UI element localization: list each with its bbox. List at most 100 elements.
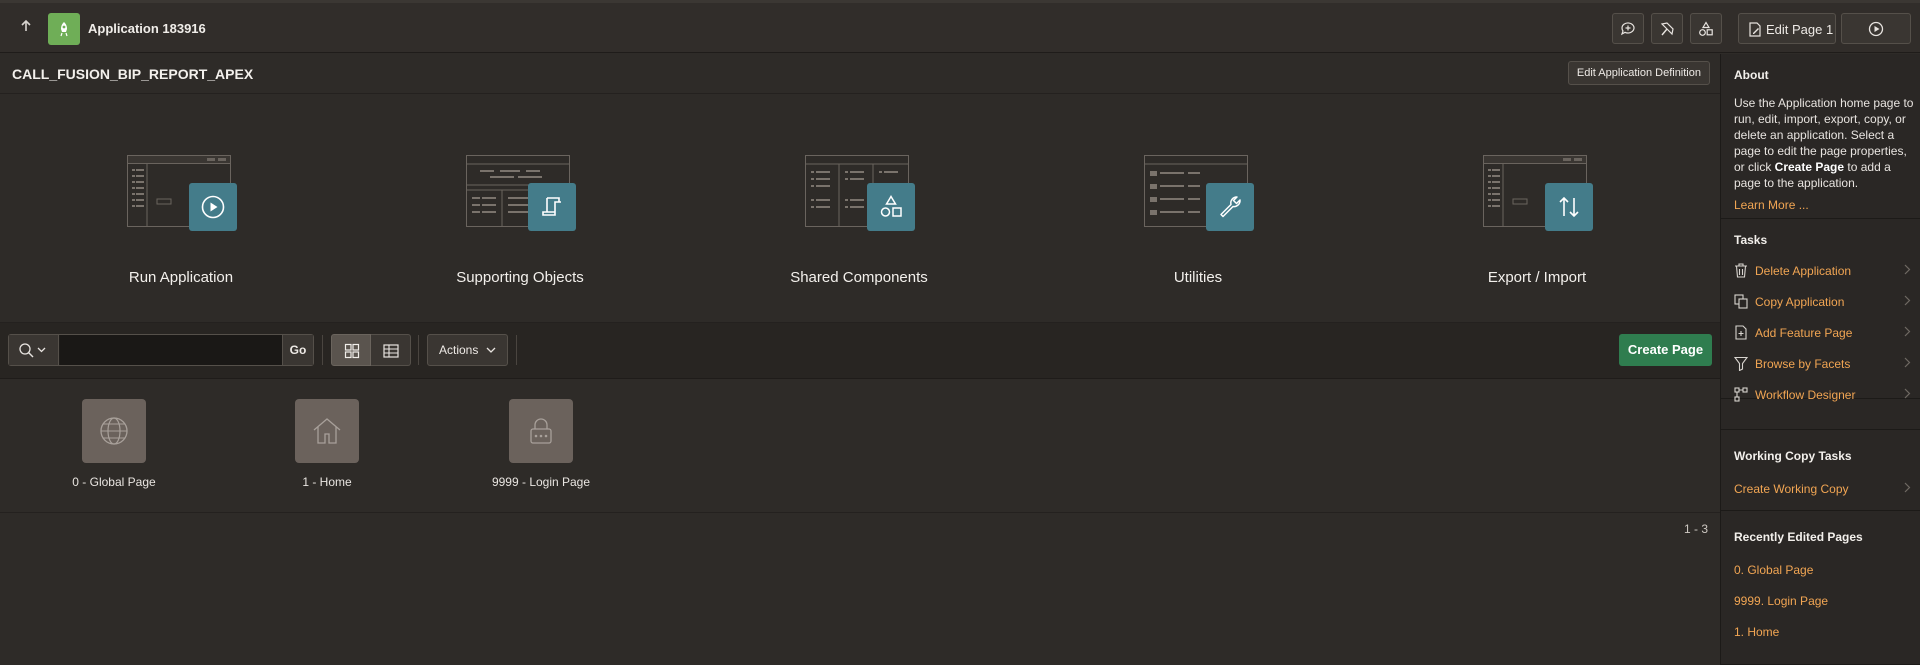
task-label: Workflow Designer: [1755, 388, 1856, 402]
utilities-illustration: [1144, 155, 1254, 235]
supporting-objects-illustration: [466, 155, 576, 235]
task-browse-by-facets[interactable]: Browse by Facets: [1721, 348, 1920, 379]
report-view-button[interactable]: [371, 334, 411, 366]
task-copy-application[interactable]: Copy Application: [1721, 286, 1920, 317]
actions-menu-button[interactable]: Actions: [427, 334, 508, 366]
page-tile: [82, 399, 146, 463]
create-working-copy-link[interactable]: Create Working Copy: [1721, 473, 1920, 504]
run-application-card[interactable]: Run Application: [61, 95, 301, 323]
chevron-right-icon: [1904, 388, 1911, 399]
learn-more-link[interactable]: Learn More ...: [1734, 198, 1809, 212]
edit-application-definition-button[interactable]: Edit Application Definition: [1567, 61, 1710, 85]
shapes-icon: [880, 195, 902, 217]
chevron-right-icon: [1904, 326, 1911, 337]
shared-components-button[interactable]: [1690, 13, 1722, 44]
table-icon: [383, 344, 399, 358]
copy-icon: [1734, 294, 1748, 309]
play-circle-icon: [201, 195, 225, 219]
recent-page-link[interactable]: 9999. Login Page: [1721, 585, 1920, 616]
application-name: CALL_FUSION_BIP_REPORT_APEX: [12, 66, 254, 82]
recently-edited-title: Recently Edited Pages: [1734, 530, 1863, 544]
run-application-tile: [189, 183, 237, 231]
chevron-right-icon: [1904, 295, 1911, 306]
lock-icon: [530, 418, 552, 444]
page-card-login[interactable]: 9999 - Login Page: [446, 380, 636, 513]
icon-view-button[interactable]: [331, 334, 371, 366]
chevron-down-icon: [486, 347, 496, 353]
pages-toolbar: Go Actions Create Page: [0, 323, 1720, 379]
edit-page-button[interactable]: Edit Page 1: [1738, 13, 1836, 44]
task-label: Copy Application: [1755, 295, 1845, 309]
play-circle-icon: [1868, 21, 1884, 36]
comment-add-button[interactable]: [1612, 13, 1644, 44]
export-import-tile: [1545, 183, 1593, 231]
page-card-home[interactable]: 1 - Home: [232, 380, 422, 513]
utilities-card[interactable]: Utilities: [1078, 95, 1318, 323]
search-input[interactable]: [60, 335, 282, 365]
recent-page-link[interactable]: 1. Home: [1721, 616, 1920, 647]
page-card-global[interactable]: 0 - Global Page: [19, 380, 209, 513]
recent-page-label: 1. Home: [1734, 625, 1780, 639]
toolbar-divider: [516, 335, 517, 365]
tasks-title: Tasks: [1734, 233, 1768, 247]
filter-icon: [1734, 356, 1748, 371]
tasks-region: Tasks Delete Application Copy Applicatio…: [1721, 219, 1920, 402]
pagination-range: 1 - 3: [1683, 522, 1708, 536]
shared-components-label: Shared Components: [790, 269, 928, 286]
run-application-illustration: [127, 155, 237, 235]
comment-add-icon: [1620, 21, 1635, 35]
run-application-label: Run Application: [128, 269, 234, 286]
chevron-right-icon: [1904, 264, 1911, 275]
task-label: Add Feature Page: [1755, 326, 1853, 340]
flashlight-icon: [1660, 21, 1674, 35]
recent-page-link[interactable]: 0. Global Page: [1721, 554, 1920, 585]
pages-grid: 0 - Global Page 1 - Home 9999 - Login Pa…: [0, 380, 1720, 513]
about-text-bold: Create Page: [1774, 160, 1845, 174]
quick-sql-button[interactable]: [1651, 13, 1683, 44]
globe-icon: [100, 417, 128, 445]
shared-components-card[interactable]: Shared Components: [739, 95, 979, 323]
trash-icon: [1735, 263, 1747, 278]
go-button[interactable]: Go: [282, 335, 313, 365]
up-arrow-icon[interactable]: [16, 19, 36, 39]
task-delete-application[interactable]: Delete Application: [1721, 255, 1920, 286]
toolbar-divider: [322, 335, 323, 365]
export-import-label: Export / Import: [1487, 269, 1587, 286]
app-title[interactable]: Application 183916: [88, 21, 206, 36]
working-copy-title: Working Copy Tasks: [1734, 449, 1852, 463]
arrows-up-down-icon: [1559, 196, 1579, 218]
shapes-icon: [1699, 20, 1713, 36]
page-tile: [295, 399, 359, 463]
about-text: Use the Application home page to run, ed…: [1734, 95, 1914, 191]
shared-components-illustration: [805, 155, 915, 235]
page-tile: [509, 399, 573, 463]
chevron-down-icon: [37, 347, 46, 353]
search-column-menu[interactable]: [9, 335, 59, 365]
create-page-button[interactable]: Create Page: [1619, 334, 1712, 366]
export-import-illustration: [1483, 155, 1593, 235]
chevron-right-icon: [1904, 357, 1911, 368]
application-actions: Run Application Supporting Objects Share…: [0, 95, 1720, 323]
about-title: About: [1734, 68, 1769, 82]
about-region: About Use the Application home page to r…: [1721, 54, 1920, 219]
wrench-icon: [1220, 196, 1241, 218]
export-import-card[interactable]: Export / Import: [1417, 95, 1657, 323]
task-workflow-designer[interactable]: Workflow Designer: [1721, 379, 1920, 410]
workflow-icon: [1734, 387, 1748, 402]
actions-label: Actions: [439, 343, 479, 357]
working-copy-region: Working Copy Tasks Create Working Copy: [1721, 429, 1920, 511]
rocket-icon: [60, 22, 68, 37]
supporting-objects-tile: [528, 183, 576, 231]
chevron-right-icon: [1904, 482, 1911, 493]
task-label: Delete Application: [1755, 264, 1852, 278]
page-label: 0 - Global Page: [72, 475, 156, 489]
task-add-feature-page[interactable]: Add Feature Page: [1721, 317, 1920, 348]
supporting-objects-card[interactable]: Supporting Objects: [400, 95, 640, 323]
search-bar: Go: [8, 334, 314, 366]
utilities-tile: [1206, 183, 1254, 231]
grid-icon: [344, 343, 360, 359]
file-add-icon: [1735, 325, 1747, 340]
run-page-button[interactable]: [1841, 13, 1911, 44]
main-area: CALL_FUSION_BIP_REPORT_APEX Edit Applica…: [0, 54, 1720, 665]
scroll-icon: [542, 197, 561, 216]
